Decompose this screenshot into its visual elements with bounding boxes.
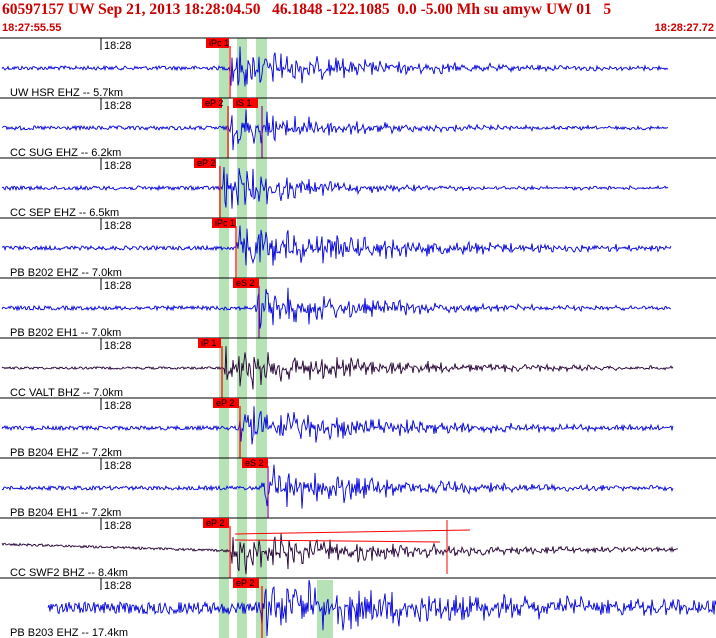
pick-label: iPc 1: [209, 38, 229, 48]
waveform-trace: [1, 464, 674, 509]
pick-label: eP 2: [206, 518, 224, 528]
time-tick-label: 18:28: [104, 340, 132, 352]
time-tick-label: 18:28: [104, 160, 132, 172]
time-tick-label: 18:28: [104, 40, 132, 52]
time-tick-label: 18:28: [104, 280, 132, 292]
station-label: CC SWF2 BHZ -- 8.4km: [10, 567, 128, 579]
waveform-trace: [47, 579, 716, 637]
station-label: CC SUG EHZ -- 6.2km: [10, 147, 121, 159]
pick-label: eS 2: [236, 278, 255, 288]
time-tick-label: 18:28: [104, 400, 132, 412]
seismogram-panel: 18:28 iPc 1UW HSR EHZ -- 5.7km18:28 eP 2 iS…: [0, 37, 716, 638]
pick-label: iS 1: [236, 98, 252, 108]
station-label: PB B204 EHZ -- 7.2km: [10, 447, 122, 459]
station-label: PB B204 EH1 -- 7.2km: [10, 507, 121, 519]
coda-line-a: [234, 529, 471, 535]
time-tick-label: 18:28: [104, 520, 132, 532]
time-tick-label: 18:28: [104, 580, 132, 592]
waveform-trace: [1, 109, 669, 151]
station-label: PB B202 EHZ -- 7.0km: [10, 267, 122, 279]
time-tick-label: 18:28: [104, 100, 132, 112]
station-label: PB B203 EHZ -- 17.4km: [10, 627, 128, 638]
station-label: PB B202 EH1 -- 7.0km: [10, 327, 121, 339]
pick-label: eS 2: [245, 458, 264, 468]
waveform-trace: [1, 46, 669, 87]
waveform-trace: [1, 166, 669, 209]
waveform-trace: [1, 406, 674, 445]
waveform-trace: [1, 225, 672, 266]
waveform-trace: [1, 346, 674, 390]
time-tick-label: 18:28: [104, 460, 132, 472]
time-tick-label: 18:28: [104, 220, 132, 232]
station-label: UW HSR EHZ -- 5.7km: [10, 87, 123, 99]
waveform-trace: [1, 287, 672, 329]
pick-label: eP 2: [216, 398, 234, 408]
pick-label: eP 2: [197, 158, 215, 168]
station-label: CC VALT BHZ -- 7.0km: [10, 387, 123, 399]
station-label: CC SEP EHZ -- 6.5km: [10, 207, 119, 219]
pick-label: eP 2: [236, 578, 254, 588]
pick-label: iPc 1: [215, 218, 235, 228]
pick-label: iP 1: [201, 338, 216, 348]
pick-label: eP 2: [205, 98, 223, 108]
